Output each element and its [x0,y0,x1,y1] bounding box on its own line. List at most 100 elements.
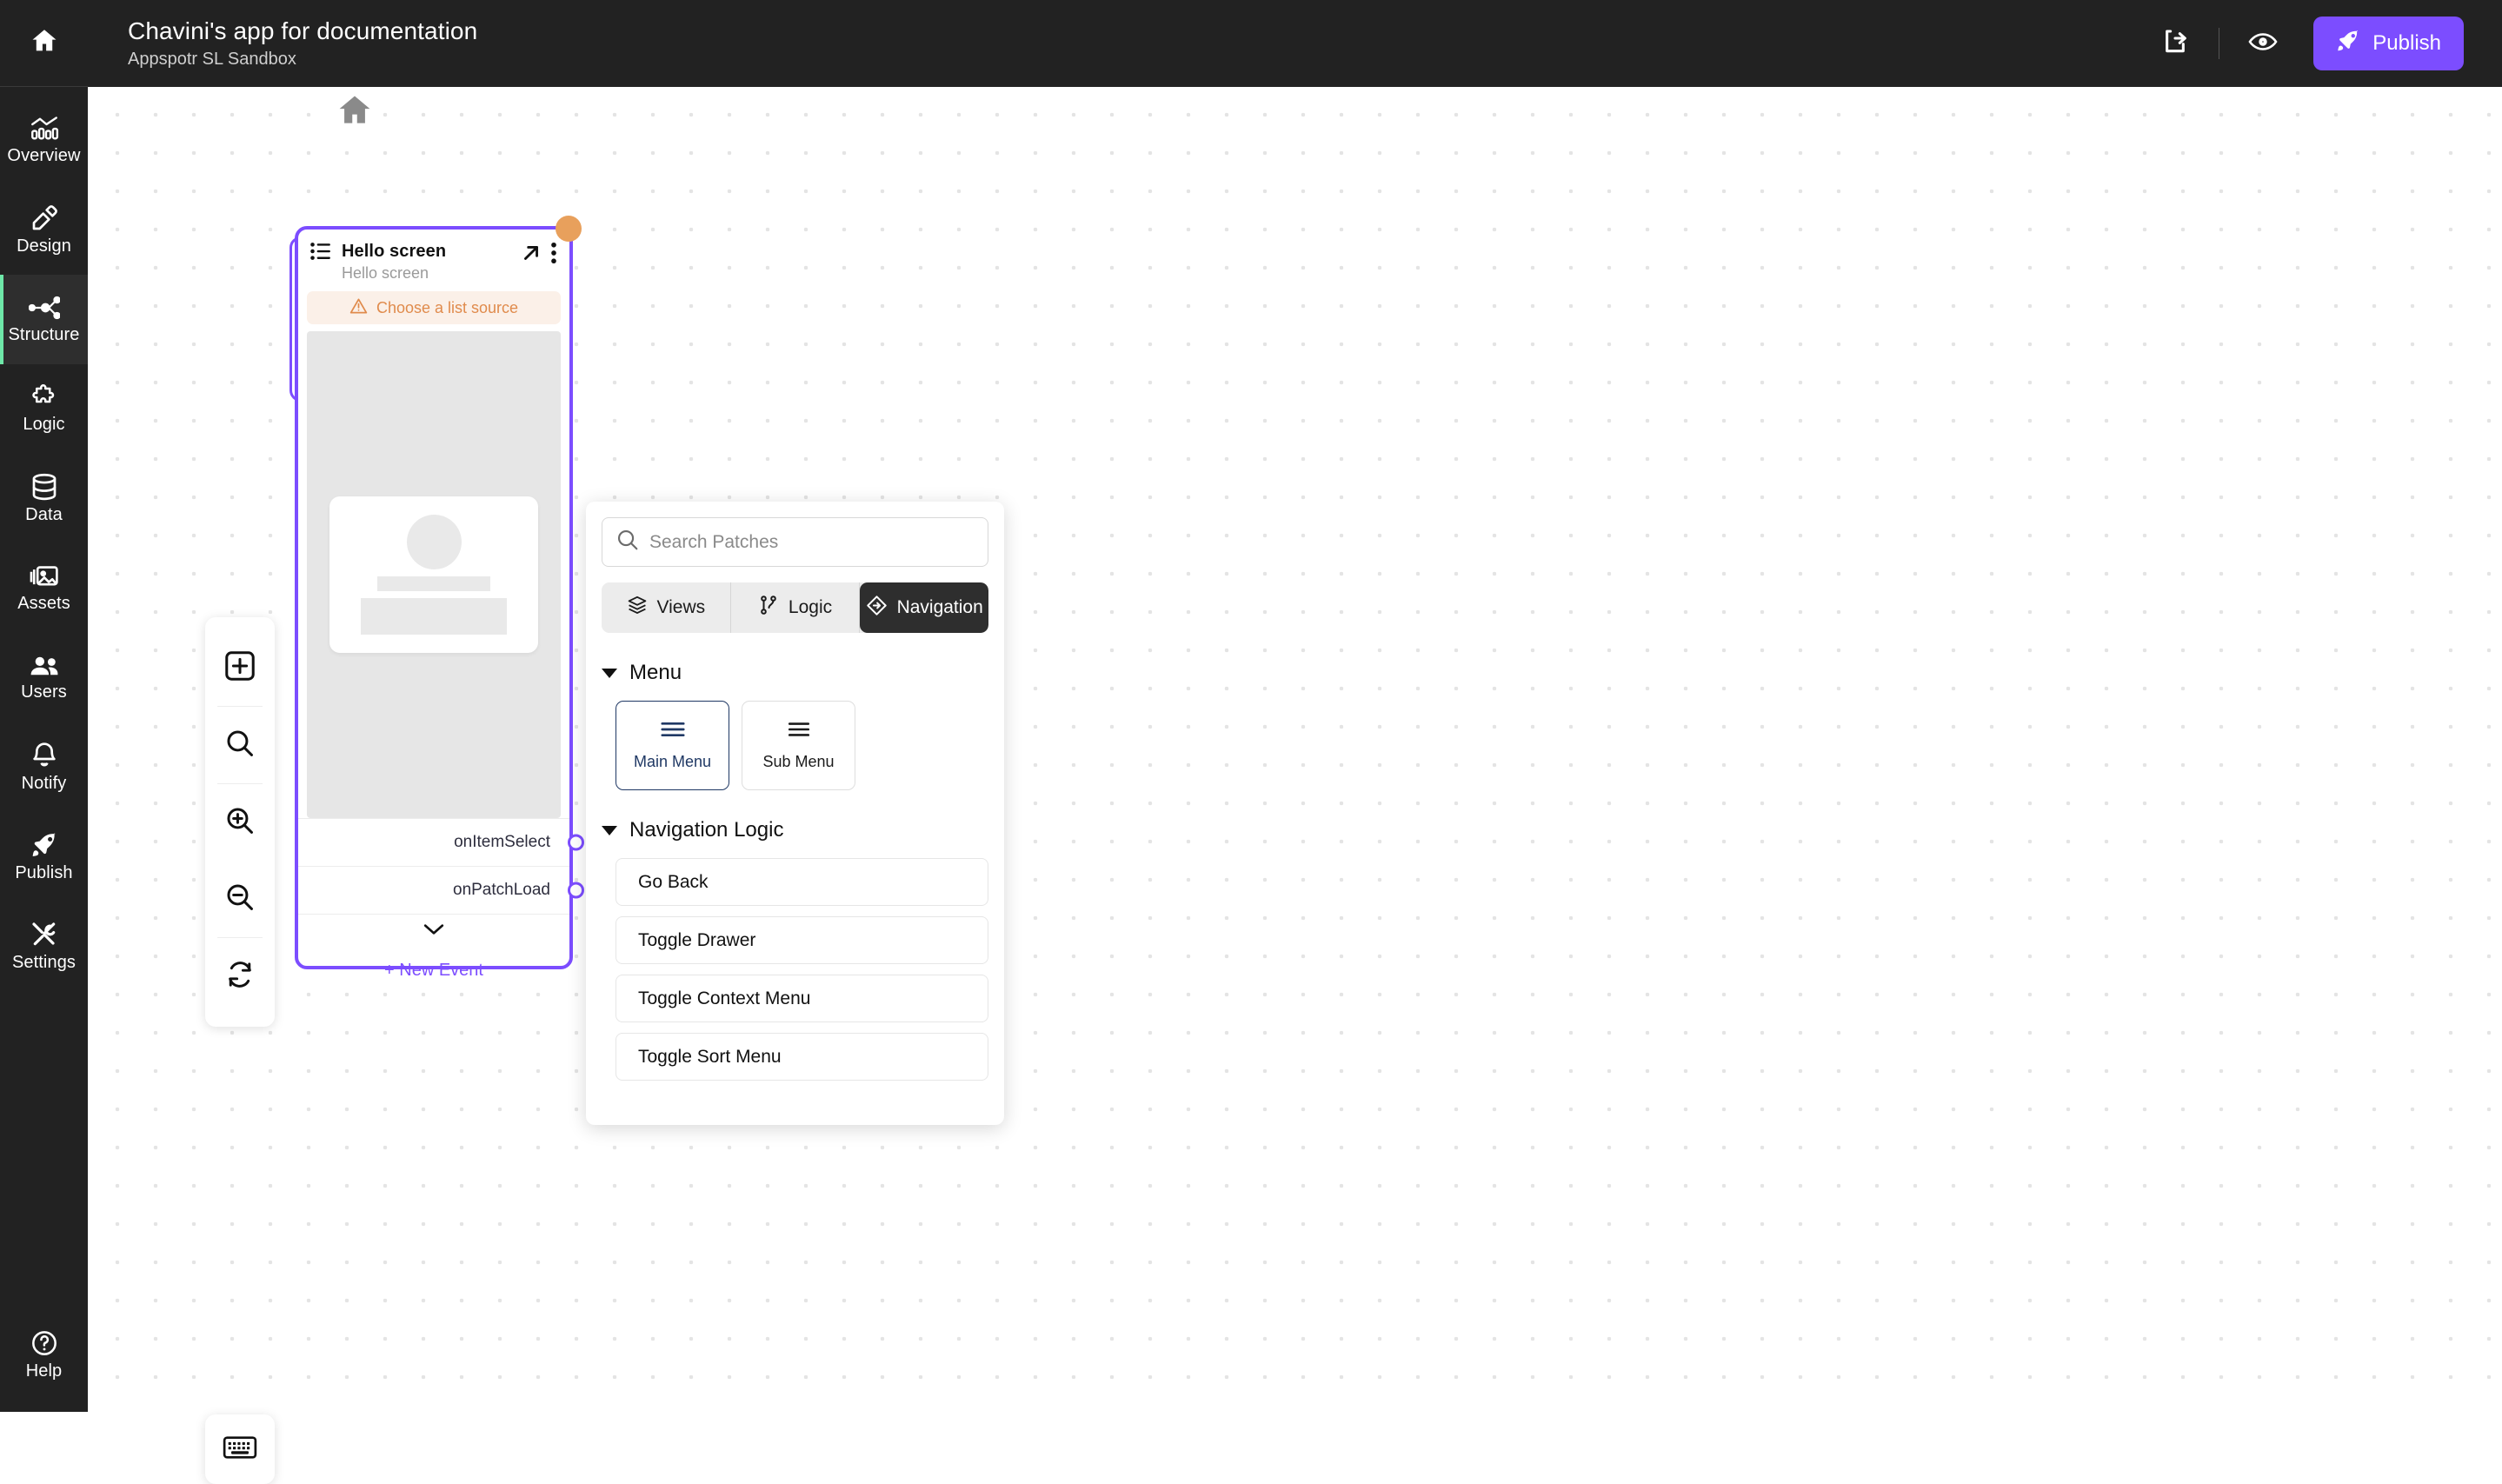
home-icon [30,26,59,60]
share-button[interactable] [2147,16,2203,71]
tab-logic[interactable]: Logic [731,582,861,633]
patch-library-panel[interactable]: Views Logic [586,502,1004,1125]
section-title: Navigation Logic [629,818,784,842]
eye-icon [2248,29,2278,59]
sidebar-item-logic[interactable]: Logic [0,364,88,454]
node-event-row[interactable]: onItemSelect [298,818,584,866]
list-item[interactable]: Toggle Drawer [616,916,988,964]
sidebar-item-settings[interactable]: Settings [0,902,88,991]
list-icon [310,242,331,265]
screen-node-card[interactable]: Hello screen Hello screen Choose a list … [295,226,584,980]
image-stack-icon [30,563,59,589]
tools-icon [30,921,58,948]
chevron-down-icon [423,923,444,940]
zoom-in-button[interactable] [205,784,275,861]
home-icon [336,96,374,133]
app-title: Chavini's app for documentation [128,17,478,44]
skeleton-block [361,598,507,635]
sidebar-item-label: Notify [21,773,67,793]
tile-label: Main Menu [633,752,712,770]
list-item[interactable]: Toggle Context Menu [616,975,988,1022]
patch-tile-main-menu[interactable]: Main Menu [616,701,729,790]
logic-item-label: Toggle Sort Menu [638,1046,782,1067]
event-output-port[interactable] [568,834,584,851]
sidebar-item-label: Settings [11,952,77,972]
nodes-graph-icon [28,295,60,321]
node-status-badge[interactable] [556,216,582,242]
arrow-up-right-icon[interactable] [521,243,542,268]
preview-skeleton-card [329,496,538,653]
top-header: Chavini's app for documentation Appspotr… [88,0,2502,87]
start-screen-marker [336,91,374,134]
question-circle-icon [30,1329,58,1357]
patch-tile-sub-menu[interactable]: Sub Menu [742,701,855,790]
search-patches-input[interactable] [649,531,974,553]
sidebar-item-data[interactable]: Data [0,454,88,543]
sidebar-home-button[interactable] [0,0,88,87]
sidebar-item-label: Design [17,236,71,256]
node-warning-banner[interactable]: Choose a list source [307,291,561,324]
chart-bars-icon [30,116,59,142]
sidebar-item-structure[interactable]: Structure [0,275,88,364]
sidebar-item-design[interactable]: Design [0,185,88,275]
patch-tabs: Views Logic Navigation [602,582,988,633]
sidebar-item-users[interactable]: Users [0,633,88,722]
keyboard-shortcuts-button[interactable] [205,1414,275,1484]
node-canvas[interactable]: Hello screen Hello screen Choose a list … [88,87,2502,1484]
sidebar-item-assets[interactable]: Assets [0,543,88,633]
search-patches-field[interactable] [602,517,988,567]
section-menu: Menu Main Menu Sub Menu [602,661,988,790]
zoom-out-icon [225,882,255,916]
node-expand-events-button[interactable] [298,914,569,948]
rocket-icon [30,831,58,859]
section-title: Menu [629,661,682,684]
node-card-header: Hello screen Hello screen [298,230,569,291]
zoom-out-button[interactable] [205,861,275,937]
sidebar-item-publish[interactable]: Publish [0,812,88,902]
skeleton-line [377,576,490,591]
skeleton-avatar [406,515,462,569]
node-title: Hello screen [342,242,447,261]
section-menu-header[interactable]: Menu [602,661,988,685]
add-node-button[interactable] [205,629,275,706]
tile-label: Sub Menu [762,752,835,770]
sidebar-nav-list: Overview Design Structure Logic Data Ass… [0,87,88,991]
sidebar-item-label: Data [25,504,63,524]
reset-view-button[interactable] [205,938,275,1015]
git-branch-icon [758,595,779,621]
preview-button[interactable] [2235,16,2291,71]
tab-label: Views [656,597,706,617]
node-card-titles: Hello screen Hello screen [342,242,510,283]
kebab-menu-icon[interactable] [550,242,557,269]
users-icon [29,654,60,678]
tab-views[interactable]: Views [602,582,731,633]
sidebar-item-help[interactable]: Help [0,1322,88,1412]
sidebar-item-notify[interactable]: Notify [0,722,88,812]
header-actions: Publish [2147,16,2502,71]
pencil-ruler-icon [30,204,59,232]
node-event-row[interactable]: onPatchLoad [298,866,584,914]
section-navigation-logic-header[interactable]: Navigation Logic [602,818,988,842]
app-subtitle: Appspotr SL Sandbox [128,50,296,69]
node-event-label: onPatchLoad [453,881,550,899]
publish-button-label: Publish [2372,31,2441,55]
sidebar-item-overview[interactable]: Overview [0,96,88,185]
list-item[interactable]: Toggle Sort Menu [616,1033,988,1081]
tab-navigation[interactable]: Navigation [860,582,988,633]
sidebar-item-label: Help [25,1361,63,1381]
sidebar-item-label: Logic [23,414,65,434]
sidebar-item-label: Assets [17,593,70,613]
publish-button[interactable]: Publish [2313,17,2464,70]
diamond-arrow-icon [866,595,888,622]
search-canvas-button[interactable] [205,707,275,783]
sidebar-item-label: Users [21,682,67,702]
list-item[interactable]: Go Back [616,858,988,906]
new-event-button[interactable]: + New Event [298,948,569,992]
layers-icon [627,595,648,621]
keyboard-icon [223,1434,257,1465]
puzzle-piece-icon [30,383,58,410]
bell-icon [31,742,57,769]
menu-lines-icon [660,721,686,742]
event-output-port[interactable] [568,882,584,899]
rocket-icon [2336,29,2360,59]
